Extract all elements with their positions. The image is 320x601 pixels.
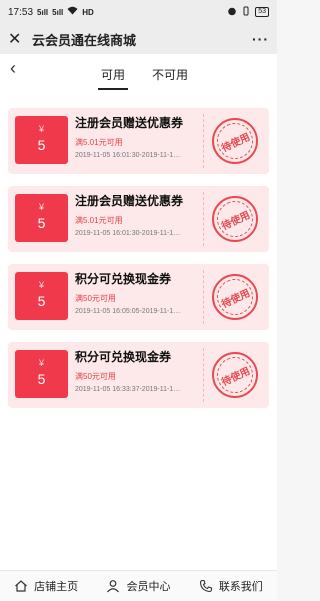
vibrate-icon [241, 6, 251, 19]
coupon-validity: 2019-11-05 16:33:37-2019-11-1… [75, 386, 181, 393]
coupon-divider [203, 270, 204, 324]
coupon-amount-box: ¥ 5 [15, 194, 68, 242]
coupon-card[interactable]: ¥ 5 注册会员赠送优惠券 满5.01元可用 2019-11-05 16:01:… [8, 108, 269, 174]
page-title: 云会员通在线商城 [32, 32, 137, 48]
alarm-icon [227, 6, 237, 19]
active-tab-indicator [98, 88, 128, 90]
coupon-amount-box: ¥ 5 [15, 272, 68, 320]
coupon-amount-box: ¥ 5 [15, 350, 68, 398]
coupon-navbar: ‹ 可用 不可用 [0, 54, 277, 94]
coupon-list: ¥ 5 注册会员赠送优惠券 满5.01元可用 2019-11-05 16:01:… [0, 94, 277, 570]
currency-symbol: ¥ [38, 280, 44, 290]
user-icon [107, 580, 120, 593]
unused-stamp-icon: 待使用 [211, 351, 259, 399]
coupon-validity: 2019-11-05 16:01:30-2019-11-1… [75, 152, 181, 159]
coupon-validity: 2019-11-05 16:05:05-2019-11-1… [75, 308, 181, 315]
coupon-amount-box: ¥ 5 [15, 116, 68, 164]
wifi-icon [67, 6, 78, 18]
battery-icon: 53 [255, 7, 269, 17]
nav-member-center[interactable]: 会员中心 [92, 578, 184, 594]
coupon-name: 注册会员赠送优惠券 [75, 194, 184, 208]
tab-unavailable[interactable]: 不可用 [145, 66, 195, 83]
unused-stamp-icon: 待使用 [211, 273, 259, 321]
unused-stamp-icon: 待使用 [211, 195, 259, 243]
coupon-name: 注册会员赠送优惠券 [75, 116, 184, 130]
coupon-amount: 5 [37, 215, 46, 231]
currency-symbol: ¥ [38, 202, 44, 212]
currency-symbol: ¥ [38, 124, 44, 134]
nav-label: 联系我们 [218, 581, 263, 593]
close-icon[interactable]: ✕ [8, 29, 28, 49]
coupon-condition: 满5.01元可用 [75, 138, 123, 147]
coupon-divider [203, 192, 204, 246]
coupon-card[interactable]: ¥ 5 积分可兑换现金券 满50元可用 2019-11-05 16:33:37-… [8, 342, 269, 408]
unused-stamp-icon: 待使用 [211, 117, 259, 165]
tab-label: 可用 [100, 68, 125, 82]
nav-label: 店铺主页 [34, 581, 79, 593]
tab-available[interactable]: 可用 [88, 66, 138, 90]
coupon-divider [203, 114, 204, 168]
coupon-name: 积分可兑换现金券 [75, 350, 172, 364]
coupon-amount: 5 [37, 293, 46, 309]
tab-label: 不可用 [151, 68, 188, 82]
coupon-name: 积分可兑换现金券 [75, 272, 172, 286]
signal-icon-2: 5ıll [52, 7, 64, 17]
nav-store-home[interactable]: 店铺主页 [0, 578, 92, 594]
coupon-condition: 满5.01元可用 [75, 216, 123, 225]
coupon-condition: 满50元可用 [75, 372, 116, 381]
nav-contact-us[interactable]: 联系我们 [185, 578, 277, 594]
coupon-amount: 5 [37, 371, 46, 387]
coupon-amount: 5 [37, 137, 46, 153]
status-time: 17:53 [8, 6, 34, 18]
coupon-divider [203, 348, 204, 402]
coupon-validity: 2019-11-05 16:01:30-2019-11-1… [75, 230, 181, 237]
currency-symbol: ¥ [38, 358, 44, 368]
phone-icon [199, 579, 212, 593]
back-arrow-icon[interactable]: ‹ [10, 58, 16, 79]
coupon-condition: 满50元可用 [75, 294, 116, 303]
app-titlebar: ✕ 云会员通在线商城 ··· [0, 24, 277, 54]
home-icon [15, 580, 28, 592]
signal-icon: 5ıll [37, 7, 49, 17]
status-bar: 17:53 5ıll 5ıll HD 53 [0, 0, 277, 24]
nav-label: 会员中心 [126, 581, 171, 593]
coupon-card[interactable]: ¥ 5 积分可兑换现金券 满50元可用 2019-11-05 16:05:05-… [8, 264, 269, 330]
more-menu-button[interactable]: ··· [252, 31, 269, 47]
bottom-nav: 店铺主页 会员中心 联系我们 [0, 570, 277, 601]
network-label: HD [82, 7, 94, 17]
coupon-card[interactable]: ¥ 5 注册会员赠送优惠券 满5.01元可用 2019-11-05 16:01:… [8, 186, 269, 252]
